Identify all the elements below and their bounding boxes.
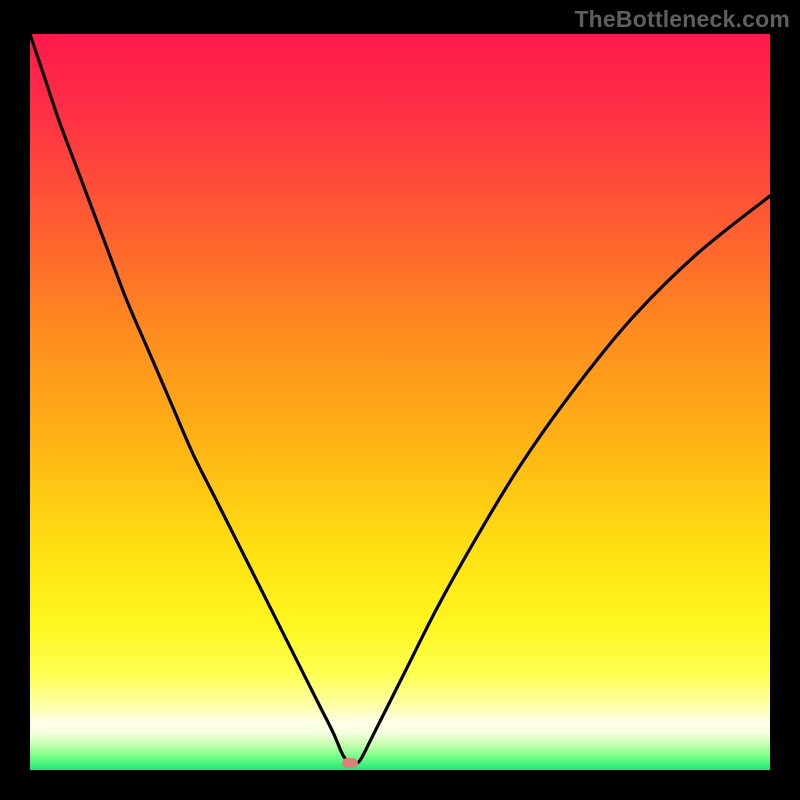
chart-stage: TheBottleneck.com xyxy=(0,0,800,800)
plot-area xyxy=(30,34,770,770)
optimal-point-marker xyxy=(342,758,358,768)
watermark-text: TheBottleneck.com xyxy=(574,6,790,33)
background-gradient xyxy=(30,34,770,770)
